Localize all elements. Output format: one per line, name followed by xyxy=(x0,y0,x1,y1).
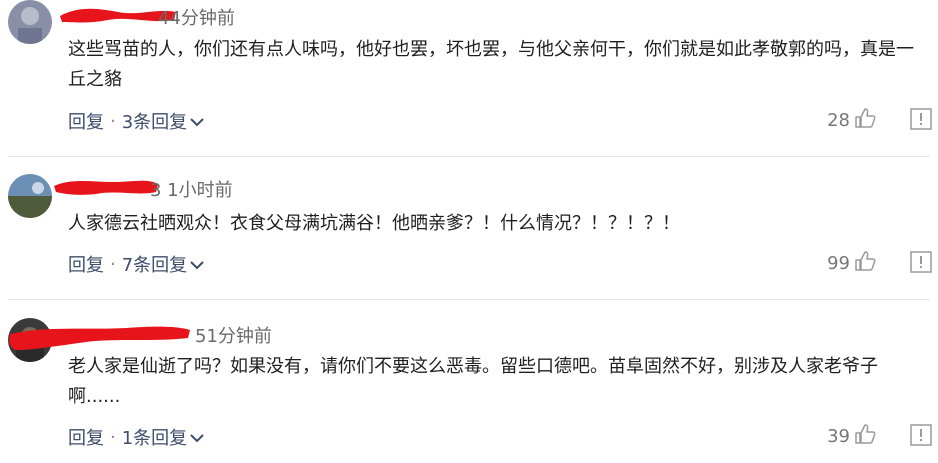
reply-button[interactable]: 回复 xyxy=(68,108,104,134)
avatar[interactable] xyxy=(8,174,52,218)
comment-text: 老人家是仙逝了吗？如果没有，请你们不要这么恶毒。留些口德吧。苗阜固然不好，别涉及… xyxy=(68,356,878,407)
like-count: 28 xyxy=(827,110,850,131)
like-count: 99 xyxy=(827,253,850,274)
reply-button[interactable]: 回复 xyxy=(68,424,104,450)
thumbs-up-icon[interactable] xyxy=(854,423,876,450)
redacted-username xyxy=(9,326,190,350)
like-count: 39 xyxy=(827,426,850,447)
like-button[interactable]: 39 xyxy=(827,423,876,450)
comment-actions: 回复 · 3条回复 xyxy=(68,108,204,134)
avatar[interactable] xyxy=(8,0,52,44)
report-icon[interactable] xyxy=(910,108,932,130)
reply-button[interactable]: 回复 xyxy=(68,251,104,277)
view-replies-button[interactable]: 7条回复 xyxy=(122,251,187,277)
report-icon[interactable] xyxy=(910,251,932,273)
divider xyxy=(8,299,930,300)
view-replies-button[interactable]: 1条回复 xyxy=(122,424,187,450)
comment-time: 44分钟前 xyxy=(158,8,235,29)
comment-time: 51分钟前 xyxy=(195,326,272,347)
redacted-username xyxy=(54,180,158,195)
comment-text: 人家德云社晒观众！衣食父母满坑满谷！他晒亲爹？！什么情况？！？！？！ xyxy=(68,213,680,234)
comment-text: 这些骂苗的人，你们还有点人味吗，他好也罢，坏也罢，与他父亲何干，你们就是如此孝敬… xyxy=(68,39,914,90)
report-icon[interactable] xyxy=(910,424,932,446)
separator-dot: · xyxy=(110,253,116,275)
comment-item: 51分钟前 老人家是仙逝了吗？如果没有，请你们不要这么恶毒。留些口德吧。苗阜固然… xyxy=(0,312,938,463)
comment-time: 3 1小时前 xyxy=(150,180,233,201)
comment-item: 3 1小时前 人家德云社晒观众！衣食父母满坑满谷！他晒亲爹？！什么情况？！？！？… xyxy=(0,170,938,300)
like-button[interactable]: 28 xyxy=(827,107,876,134)
comment-actions: 回复 · 1条回复 xyxy=(68,424,204,450)
chevron-down-icon[interactable] xyxy=(190,111,204,132)
separator-dot: · xyxy=(110,426,116,448)
view-replies-button[interactable]: 3条回复 xyxy=(122,108,187,134)
thumbs-up-icon[interactable] xyxy=(854,107,876,134)
thumbs-up-icon[interactable] xyxy=(854,250,876,277)
separator-dot: · xyxy=(110,110,116,132)
chevron-down-icon[interactable] xyxy=(190,427,204,448)
divider xyxy=(8,156,930,157)
comment-item: 44分钟前 这些骂苗的人，你们还有点人味吗，他好也罢，坏也罢，与他父亲何干，你们… xyxy=(0,0,938,150)
chevron-down-icon[interactable] xyxy=(190,254,204,275)
comment-actions: 回复 · 7条回复 xyxy=(68,251,204,277)
like-button[interactable]: 99 xyxy=(827,250,876,277)
